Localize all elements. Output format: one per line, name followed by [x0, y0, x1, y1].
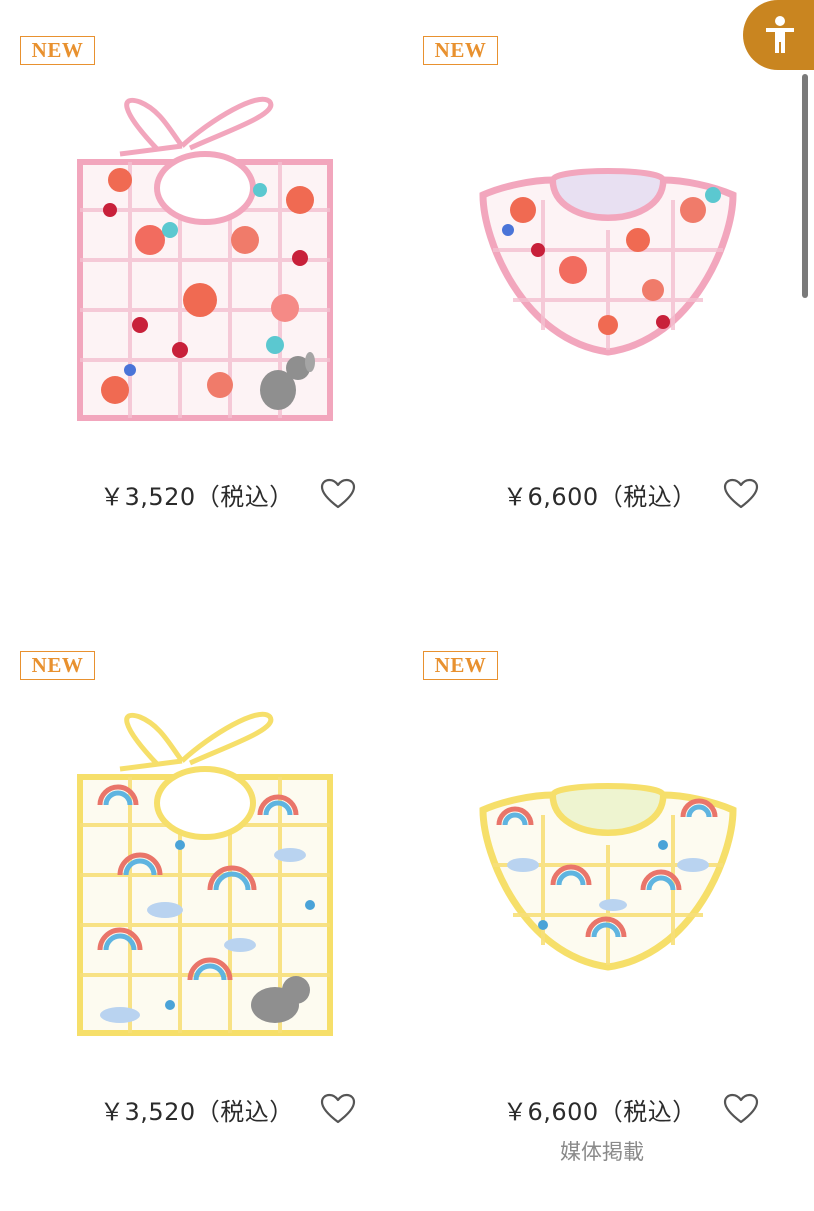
product-price: ￥6,600（税込）	[503, 1097, 697, 1126]
product-image-round-yellow-bib[interactable]	[463, 705, 753, 1045]
product-card[interactable]: NEW ￥3,520（税込）	[20, 36, 400, 596]
heart-outline-icon[interactable]	[320, 1093, 356, 1125]
accessibility-button[interactable]	[743, 0, 814, 70]
accessibility-person-icon	[766, 16, 794, 53]
product-image-round-pink-bib[interactable]	[463, 90, 753, 430]
price-row: ￥3,520（税込）	[100, 476, 356, 512]
new-badge: NEW	[423, 36, 498, 65]
product-image-square-pink-bib[interactable]	[60, 90, 350, 430]
scrollbar[interactable]	[802, 74, 808, 298]
product-card[interactable]: NEW ￥6,600（税込）	[423, 36, 803, 596]
media-coverage-link[interactable]: 媒体掲載	[560, 1136, 644, 1166]
product-card[interactable]: NEW ￥6,600（税込）	[423, 651, 803, 1211]
heart-outline-icon[interactable]	[723, 1093, 759, 1125]
price-row: ￥6,600（税込）	[503, 476, 759, 512]
heart-outline-icon[interactable]	[723, 478, 759, 510]
new-badge: NEW	[20, 36, 95, 65]
product-price: ￥6,600（税込）	[503, 482, 697, 511]
product-image-square-yellow-bib[interactable]	[60, 705, 350, 1045]
product-price: ￥3,520（税込）	[100, 482, 294, 511]
new-badge: NEW	[423, 651, 498, 680]
product-price: ￥3,520（税込）	[100, 1097, 294, 1126]
new-badge: NEW	[20, 651, 95, 680]
heart-outline-icon[interactable]	[320, 478, 356, 510]
price-row: ￥3,520（税込）	[100, 1091, 356, 1127]
product-card[interactable]: NEW ￥3,520（税込）	[20, 651, 400, 1211]
price-row: ￥6,600（税込）	[503, 1091, 759, 1127]
